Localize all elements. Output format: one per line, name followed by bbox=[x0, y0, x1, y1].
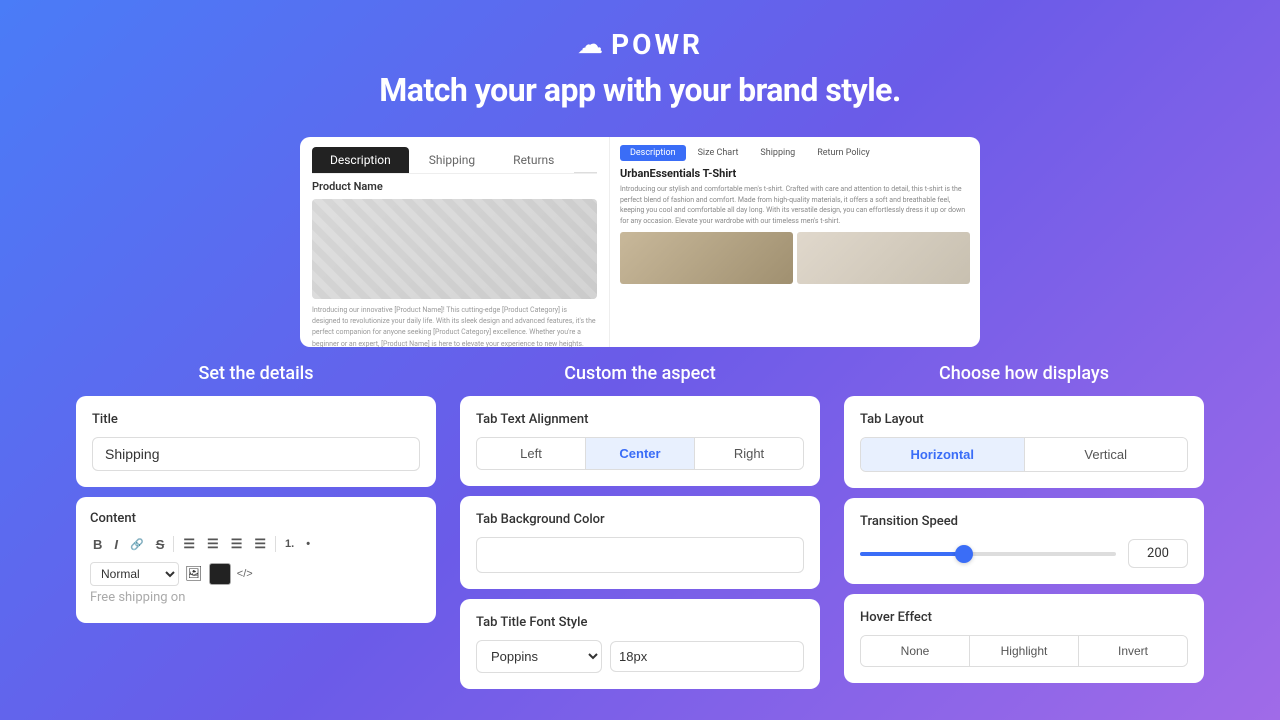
preview-product-name: Product Name bbox=[312, 180, 597, 193]
image-icon[interactable]: 🖼 bbox=[185, 566, 203, 582]
tab-bg-color-label: Tab Background Color bbox=[476, 512, 804, 527]
tagline: Match your app with your brand style. bbox=[0, 71, 1280, 109]
preview-product-desc: Introducing our innovative [Product Name… bbox=[312, 305, 597, 347]
preview-tab-description[interactable]: Description bbox=[312, 147, 409, 173]
header: ☁ POWR Match your app with your brand st… bbox=[0, 0, 1280, 125]
preview-container: Description Shipping Returns Product Nam… bbox=[0, 137, 1280, 347]
tab-font-style-label: Tab Title Font Style bbox=[476, 615, 804, 630]
set-details-title: Set the details bbox=[76, 363, 436, 384]
bold-button[interactable]: B bbox=[90, 535, 105, 554]
preview-thumb-1 bbox=[620, 232, 793, 284]
transition-speed-value: 200 bbox=[1128, 539, 1188, 568]
transition-speed-label: Transition Speed bbox=[860, 514, 1188, 529]
hover-btn-group: None Highlight Invert bbox=[860, 635, 1188, 667]
bottom-section: Set the details Title Content B I 🔗 S ☰ … bbox=[0, 363, 1280, 699]
hover-effect-panel: Hover Effect None Highlight Invert bbox=[844, 594, 1204, 683]
content-panel: Content B I 🔗 S ☰ ☰ ☰ ☰ 1. • Normal Head… bbox=[76, 497, 436, 623]
preview-left-panel: Description Shipping Returns Product Nam… bbox=[300, 137, 610, 347]
editor-toolbar: B I 🔗 S ☰ ☰ ☰ ☰ 1. • bbox=[90, 534, 422, 554]
hover-invert-btn[interactable]: Invert bbox=[1079, 636, 1187, 666]
text-color-box[interactable] bbox=[209, 563, 231, 585]
align-center-button[interactable]: ☰ bbox=[204, 534, 222, 554]
logo-row: ☁ POWR bbox=[0, 28, 1280, 61]
set-details-column: Set the details Title Content B I 🔗 S ☰ … bbox=[76, 363, 436, 699]
custom-aspect-column: Custom the aspect Tab Text Alignment Lef… bbox=[460, 363, 820, 699]
preview-tab-right-desc[interactable]: Description bbox=[620, 145, 686, 161]
hover-highlight-btn[interactable]: Highlight bbox=[970, 636, 1079, 666]
tab-title-font-style-panel: Tab Title Font Style Poppins Roboto Aria… bbox=[460, 599, 820, 689]
toolbar-separator-2 bbox=[275, 536, 276, 552]
align-right-button[interactable]: ☰ bbox=[228, 534, 246, 554]
format-select[interactable]: Normal Heading 1 Heading 2 Heading 3 bbox=[90, 562, 179, 586]
transition-speed-slider[interactable] bbox=[860, 552, 1116, 556]
toolbar-separator-1 bbox=[173, 536, 174, 552]
title-panel: Title bbox=[76, 396, 436, 487]
tab-background-color-panel: Tab Background Color bbox=[460, 496, 820, 589]
font-size-input[interactable] bbox=[610, 641, 804, 672]
color-input-row bbox=[476, 537, 804, 573]
tab-text-alignment-panel: Tab Text Alignment Left Center Right bbox=[460, 396, 820, 486]
choose-displays-title: Choose how displays bbox=[844, 363, 1204, 384]
editor-content[interactable]: Free shipping on bbox=[90, 586, 422, 609]
font-family-select[interactable]: Poppins Roboto Arial Georgia bbox=[476, 640, 602, 673]
hover-none-btn[interactable]: None bbox=[861, 636, 970, 666]
choose-displays-column: Choose how displays Tab Layout Horizonta… bbox=[844, 363, 1204, 699]
content-label: Content bbox=[90, 511, 422, 526]
logo-icon: ☁ bbox=[577, 30, 603, 60]
ordered-list-button[interactable]: 1. bbox=[282, 536, 297, 552]
preview-tab-right-return[interactable]: Return Policy bbox=[807, 145, 880, 161]
code-button[interactable]: </> bbox=[237, 568, 253, 580]
unordered-list-button[interactable]: • bbox=[303, 536, 313, 552]
align-justify-button[interactable]: ☰ bbox=[251, 534, 269, 554]
title-label: Title bbox=[92, 412, 420, 427]
align-left-btn[interactable]: Left bbox=[477, 438, 586, 469]
layout-btn-group: Horizontal Vertical bbox=[860, 437, 1188, 472]
tab-bg-color-input[interactable] bbox=[476, 537, 804, 573]
preview-tabs-right: Description Size Chart Shipping Return P… bbox=[620, 145, 970, 161]
preview-tab-shipping[interactable]: Shipping bbox=[411, 147, 493, 173]
alignment-btn-group: Left Center Right bbox=[476, 437, 804, 470]
preview-thumb-2 bbox=[797, 232, 970, 284]
align-center-btn[interactable]: Center bbox=[586, 438, 695, 469]
layout-vertical-btn[interactable]: Vertical bbox=[1025, 438, 1188, 471]
tab-text-alignment-label: Tab Text Alignment bbox=[476, 412, 804, 427]
preview-product-image bbox=[312, 199, 597, 299]
font-row: Poppins Roboto Arial Georgia bbox=[476, 640, 804, 673]
preview-product-title: UrbanEssentials T-Shirt bbox=[620, 167, 970, 180]
align-right-btn[interactable]: Right bbox=[695, 438, 803, 469]
italic-button[interactable]: I bbox=[111, 535, 121, 554]
title-input[interactable] bbox=[92, 437, 420, 471]
layout-horizontal-btn[interactable]: Horizontal bbox=[861, 438, 1025, 471]
align-left-button[interactable]: ☰ bbox=[180, 534, 198, 554]
toolbar-row2: Normal Heading 1 Heading 2 Heading 3 🖼 <… bbox=[90, 562, 422, 586]
tab-layout-panel: Tab Layout Horizontal Vertical bbox=[844, 396, 1204, 488]
custom-aspect-title: Custom the aspect bbox=[460, 363, 820, 384]
tab-layout-label: Tab Layout bbox=[860, 412, 1188, 427]
preview-tabs-left: Description Shipping Returns bbox=[312, 147, 597, 174]
speed-row: 200 bbox=[860, 539, 1188, 568]
strikethrough-button[interactable]: S bbox=[153, 535, 168, 554]
preview-tab-right-size[interactable]: Size Chart bbox=[688, 145, 749, 161]
preview-images-row bbox=[620, 232, 970, 284]
preview-box: Description Shipping Returns Product Nam… bbox=[300, 137, 980, 347]
preview-product-description: Introducing our stylish and comfortable … bbox=[620, 184, 970, 226]
preview-tab-returns[interactable]: Returns bbox=[495, 147, 572, 173]
link-button[interactable]: 🔗 bbox=[127, 536, 147, 553]
hover-effect-label: Hover Effect bbox=[860, 610, 1188, 625]
preview-right-panel: Description Size Chart Shipping Return P… bbox=[610, 137, 980, 347]
logo-text: POWR bbox=[611, 28, 703, 61]
preview-tab-right-ship[interactable]: Shipping bbox=[750, 145, 805, 161]
transition-speed-panel: Transition Speed 200 bbox=[844, 498, 1204, 584]
